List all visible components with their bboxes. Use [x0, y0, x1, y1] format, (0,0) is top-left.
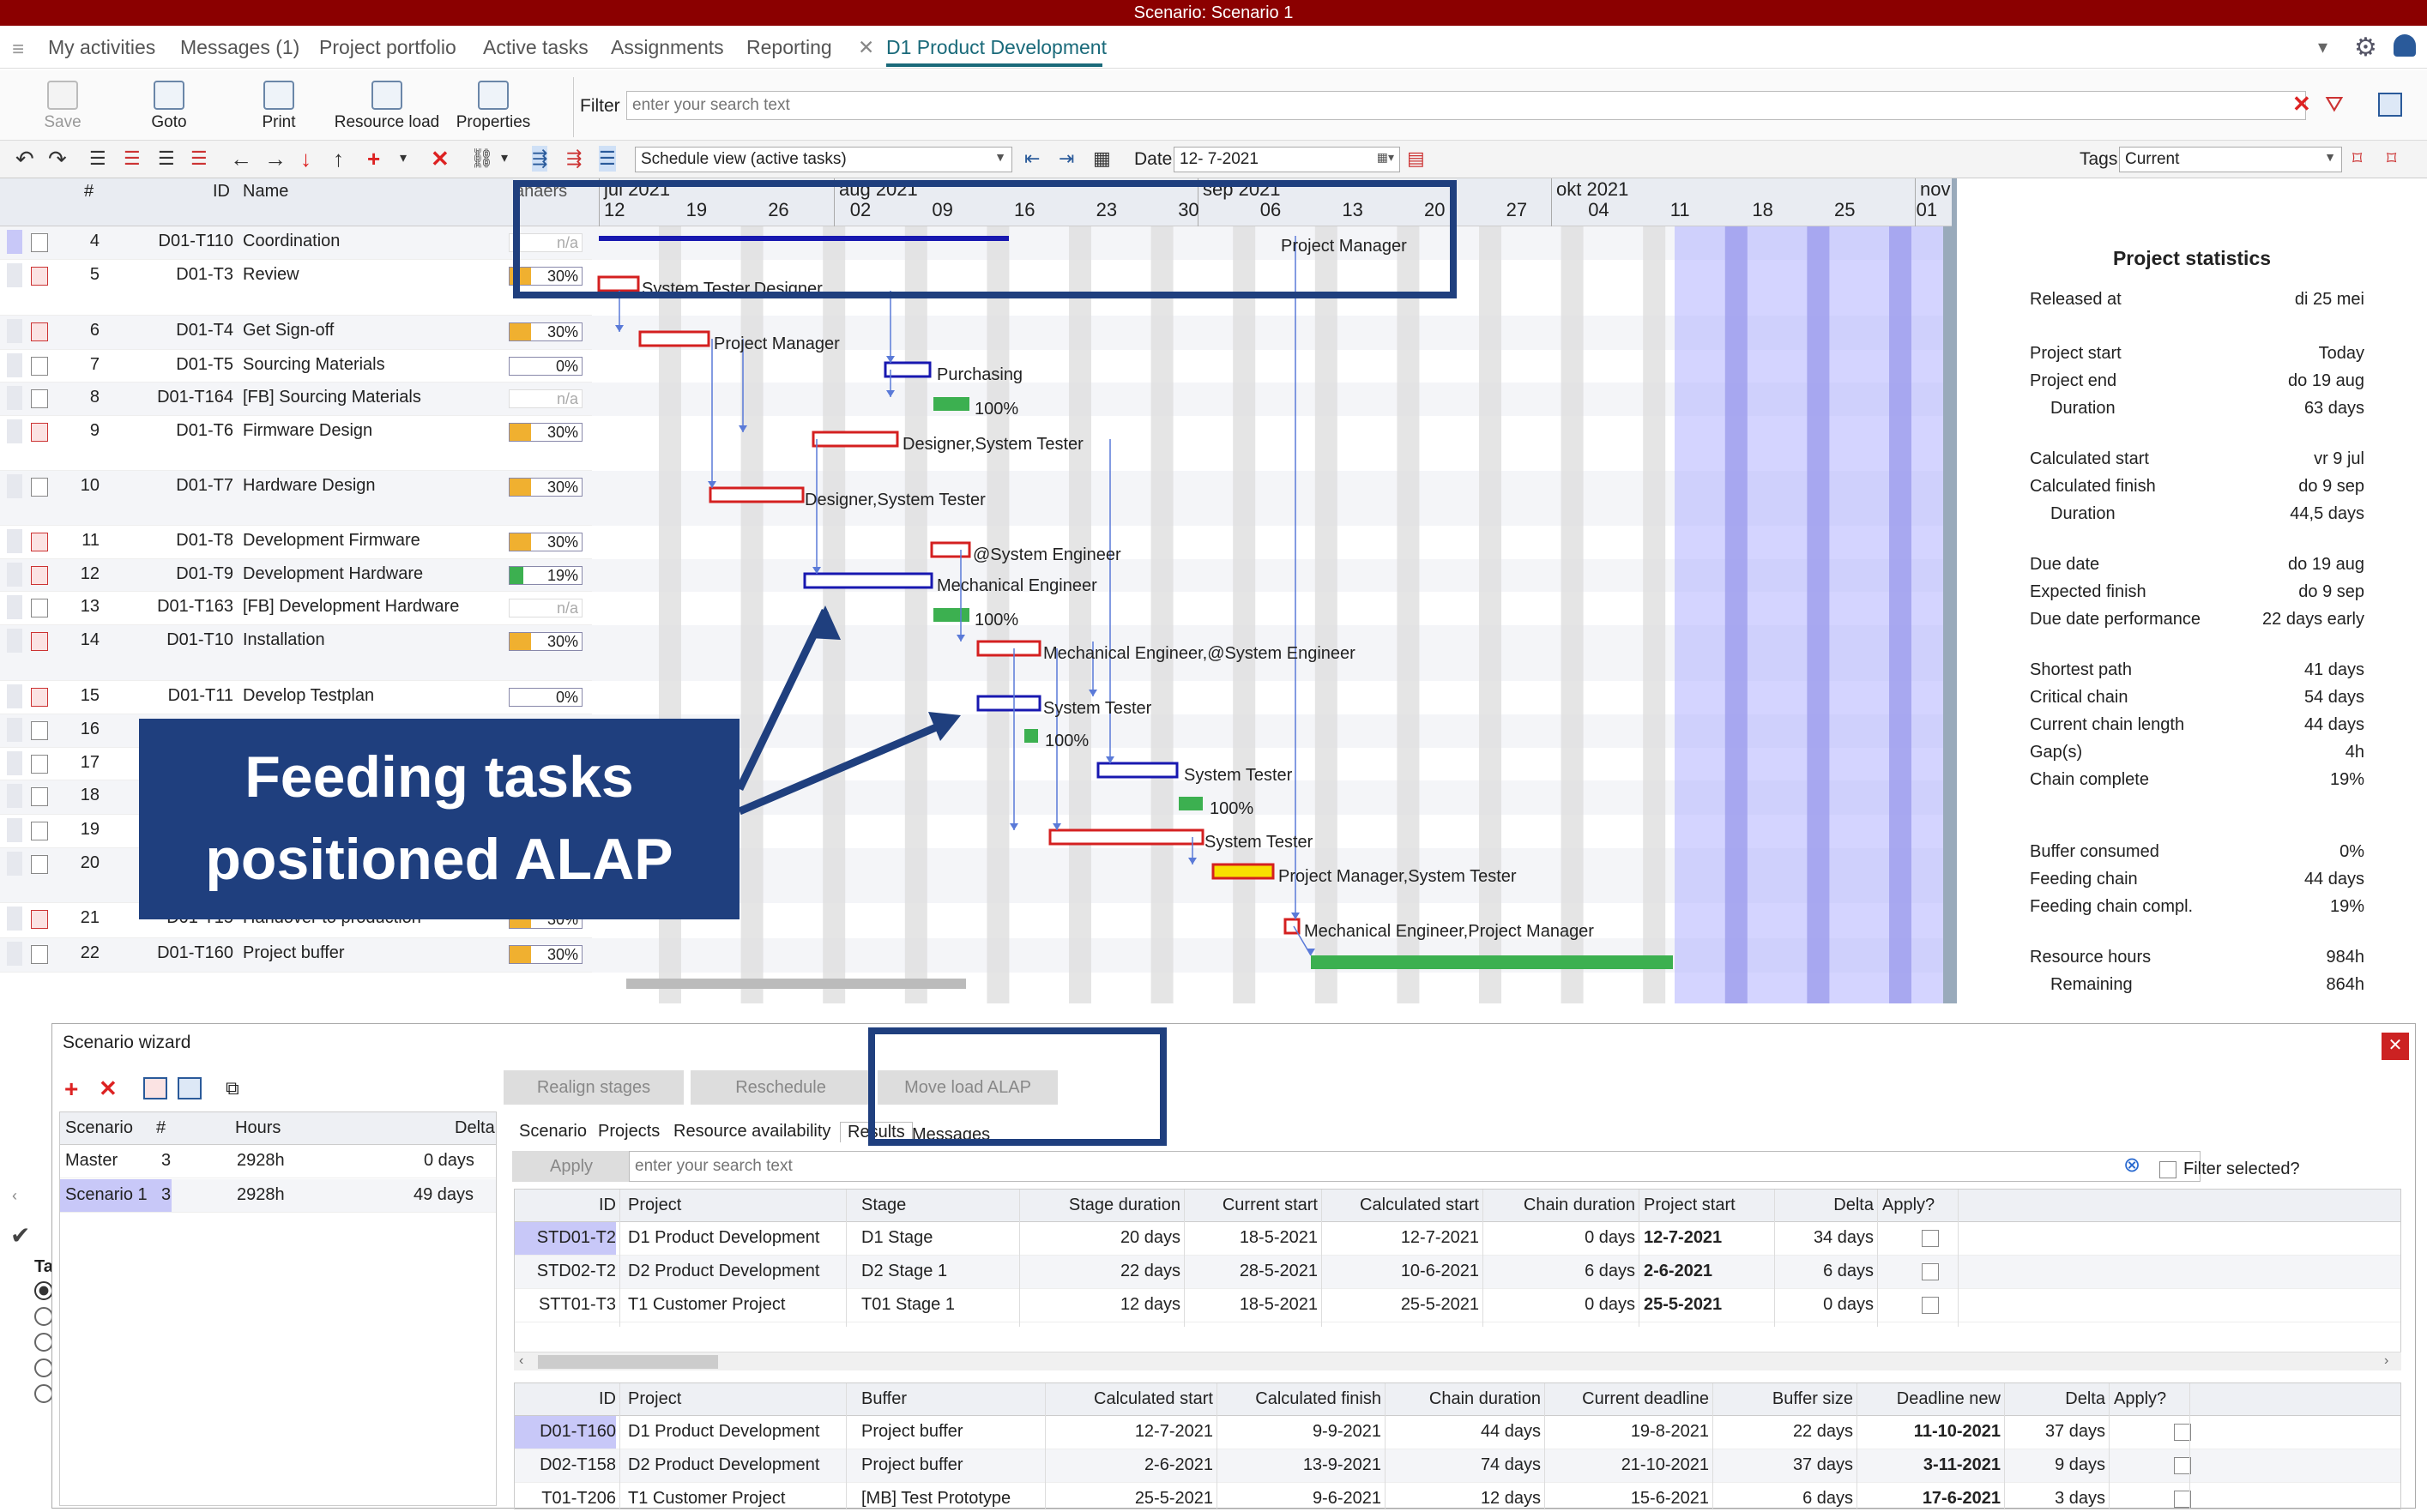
callout-line-2: positioned ALAP — [205, 827, 673, 892]
callout-line-1: Feeding tasks — [245, 744, 634, 810]
arrow-line — [738, 716, 954, 816]
callout-feeding-tasks: Feeding tasks positioned ALAP — [139, 719, 740, 919]
arrow-head — [810, 605, 841, 640]
